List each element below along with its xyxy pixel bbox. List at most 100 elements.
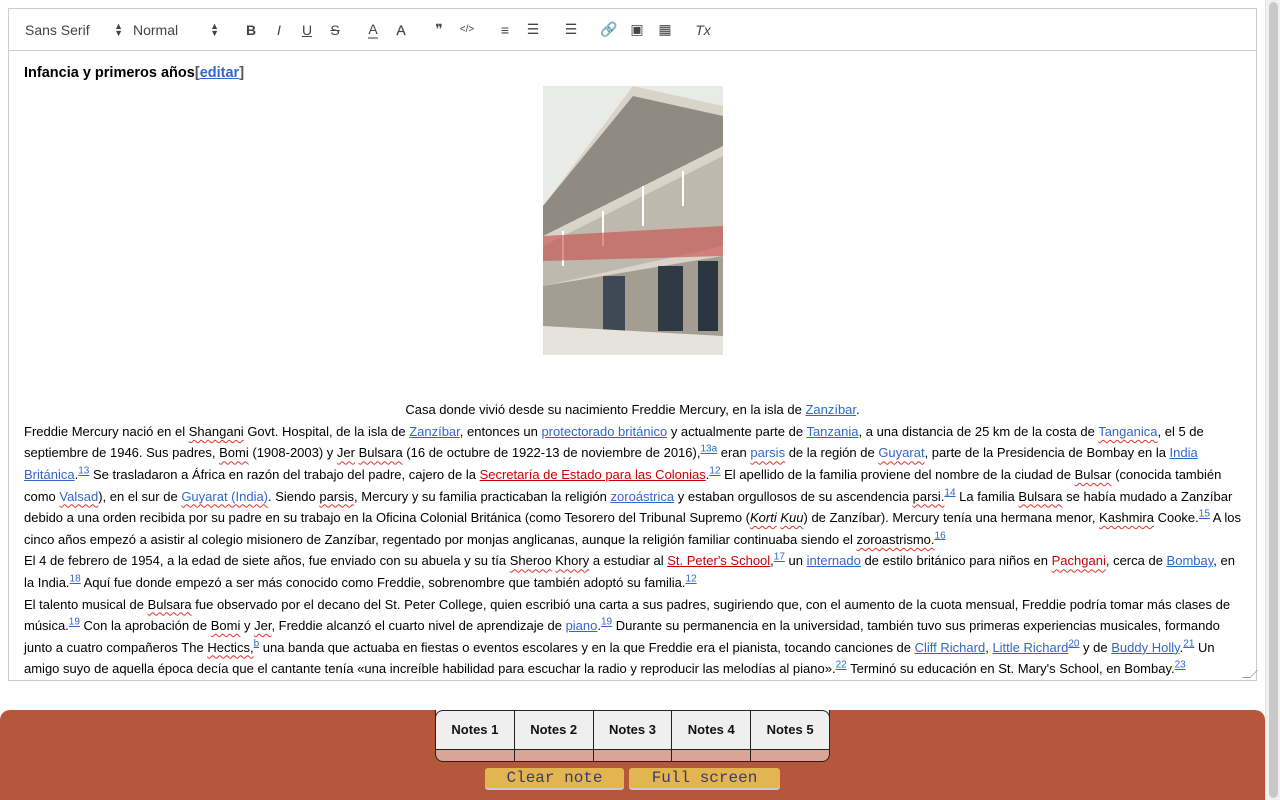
notes-tab-1[interactable]: Notes 1 [436,710,515,761]
wiki-link[interactable]: St. Peter's School [667,553,770,568]
paragraph: El talento musical de Bulsara fue observ… [24,594,1241,680]
full-screen-button[interactable]: Full screen [629,768,780,788]
footnote-link[interactable]: 16 [935,530,946,541]
chevron-updown-icon: ▲ ▼ [210,20,219,38]
scrollbar[interactable] [1265,0,1280,800]
text-run: , entonces un [459,423,542,439]
wiki-link[interactable]: Zanzíbar [409,424,460,439]
blockquote-icon: ❞ [435,21,443,37]
wiki-link[interactable]: Valsad [59,489,98,504]
text-run: parsi. [912,488,945,504]
text-run: , a una distancia de 25 km de la costa d… [858,423,1099,439]
text-run: Bomi [219,445,249,461]
text-run: Bulsara [358,445,403,461]
edit-link[interactable]: editar [200,65,240,81]
wiki-link[interactable]: Guyarat (India) [181,489,268,504]
text-run: de la región de [785,445,879,461]
video-button[interactable]: ▦ [651,18,679,42]
wiki-link[interactable]: internado [807,553,861,568]
text-run: , Mercury y su familia practicaban la re… [354,488,611,504]
size-select[interactable]: Normal ▲ ▼ [133,20,219,38]
wiki-link[interactable]: Secretaría de Estado para las Colonias [480,467,706,482]
footnote-link[interactable]: 23 [1175,660,1186,671]
notes-tab-4[interactable]: Notes 4 [672,710,752,761]
video-icon: ▦ [658,21,672,37]
wiki-link[interactable]: protectorado británico [541,424,667,439]
text-run: Freddie Mercury nació en el [24,423,189,439]
link-icon: 🔗 [600,21,618,37]
size-value: Normal [133,21,179,38]
text-run: Kuu [780,510,804,526]
text-run: El 4 de febrero de 1954, a la edad de si… [24,553,510,569]
wiki-link[interactable]: Pachgani [1052,553,1106,568]
blockquote-button[interactable]: ❞ [425,18,453,42]
wiki-link[interactable]: Tanzania [806,424,858,439]
footnote-link[interactable]: 12 [686,574,697,585]
footnote-link[interactable]: 13a [700,444,717,455]
wiki-link[interactable]: Cliff Richard [915,640,986,655]
text-run: Korti [750,510,777,526]
image-icon: ▣ [630,21,644,37]
wiki-link[interactable]: Little Richard [992,640,1068,655]
italic-button[interactable]: I [265,18,293,42]
underline-button[interactable]: U [293,18,321,42]
text-run: La familia [955,488,1019,504]
text-run: . [856,402,860,418]
wiki-link[interactable]: Buddy Holly [1111,640,1179,655]
italic-icon: I [277,21,281,38]
footnote-link[interactable]: 19 [601,617,612,628]
notes-tab-3[interactable]: Notes 3 [593,710,673,761]
wiki-link[interactable]: Bombay [1167,553,1214,568]
tab-label: Notes 5 [751,710,829,750]
footnote-link[interactable]: 21 [1183,638,1194,649]
footnote-link[interactable]: 22 [836,660,847,671]
text-run: Se trasladaron a África en razón del tra… [89,466,480,482]
wiki-link[interactable]: Zanzíbar [805,402,856,417]
footnote-link[interactable]: 18 [70,574,81,585]
font-select[interactable]: Sans Serif ▲ ▼ [25,21,123,38]
ordered-list-icon: ≡ [500,21,510,38]
text-run: , parte de la Presidencia de Bombay en l… [924,445,1170,461]
footnote-link[interactable]: 14 [944,487,955,498]
text-run: Con la aprobación de [79,618,211,634]
text-color-button[interactable]: A [359,18,387,42]
text-run: de estilo británico para niños en [860,553,1052,569]
footnote-link[interactable]: 19 [69,617,80,628]
ordered-list-button[interactable]: ≡ [491,18,519,42]
footnote-link[interactable]: 13 [78,466,89,477]
text-run: , cerca de [1105,553,1167,569]
footnote-link[interactable]: 20 [1068,638,1079,649]
wiki-link[interactable]: piano [566,618,598,633]
wiki-link[interactable]: parsis [750,445,785,460]
notes-tab-5[interactable]: Notes 5 [751,710,829,761]
clean-button[interactable]: Tx [689,18,717,42]
wiki-link[interactable]: Tanganica [1098,424,1157,439]
editor-content[interactable]: Infancia y primeros años[editar] Casa do… [9,51,1256,692]
bullet-list-button[interactable]: ☰ [519,18,547,42]
link-button[interactable]: 🔗 [595,18,623,42]
code-button[interactable]: </> [453,18,481,42]
align-button[interactable]: ☰ [557,18,585,42]
text-run: Khory [555,553,590,569]
footnote-link[interactable]: 12 [709,466,720,477]
text-run: y de [1079,639,1112,655]
wiki-link[interactable]: zoroástrica [611,489,675,504]
footnote-link[interactable]: 15 [1199,509,1210,520]
text-run: Govt. Hospital, de la isla de [243,423,410,439]
background-color-icon: A [396,21,406,38]
image-button[interactable]: ▣ [623,18,651,42]
wiki-link[interactable]: Guyarat [878,445,924,460]
background-color-button[interactable]: A [387,18,415,42]
text-run: Terminó su educación en St. Mary's Schoo… [846,661,1175,677]
strike-button[interactable]: S [321,18,349,42]
text-run: Kashmira [1099,510,1154,526]
bold-button[interactable]: B [237,18,265,42]
scrollbar-thumb[interactable] [1269,2,1278,798]
footnote-link[interactable]: 17 [774,552,785,563]
clear-note-button[interactable]: Clear note [485,768,624,788]
text-run: Jer [254,618,272,634]
notes-tab-2[interactable]: Notes 2 [514,710,594,761]
text-run: (1908-2003) y [248,445,337,461]
align-icon: ☰ [564,21,578,37]
text-run: Bulsara [1018,488,1063,504]
